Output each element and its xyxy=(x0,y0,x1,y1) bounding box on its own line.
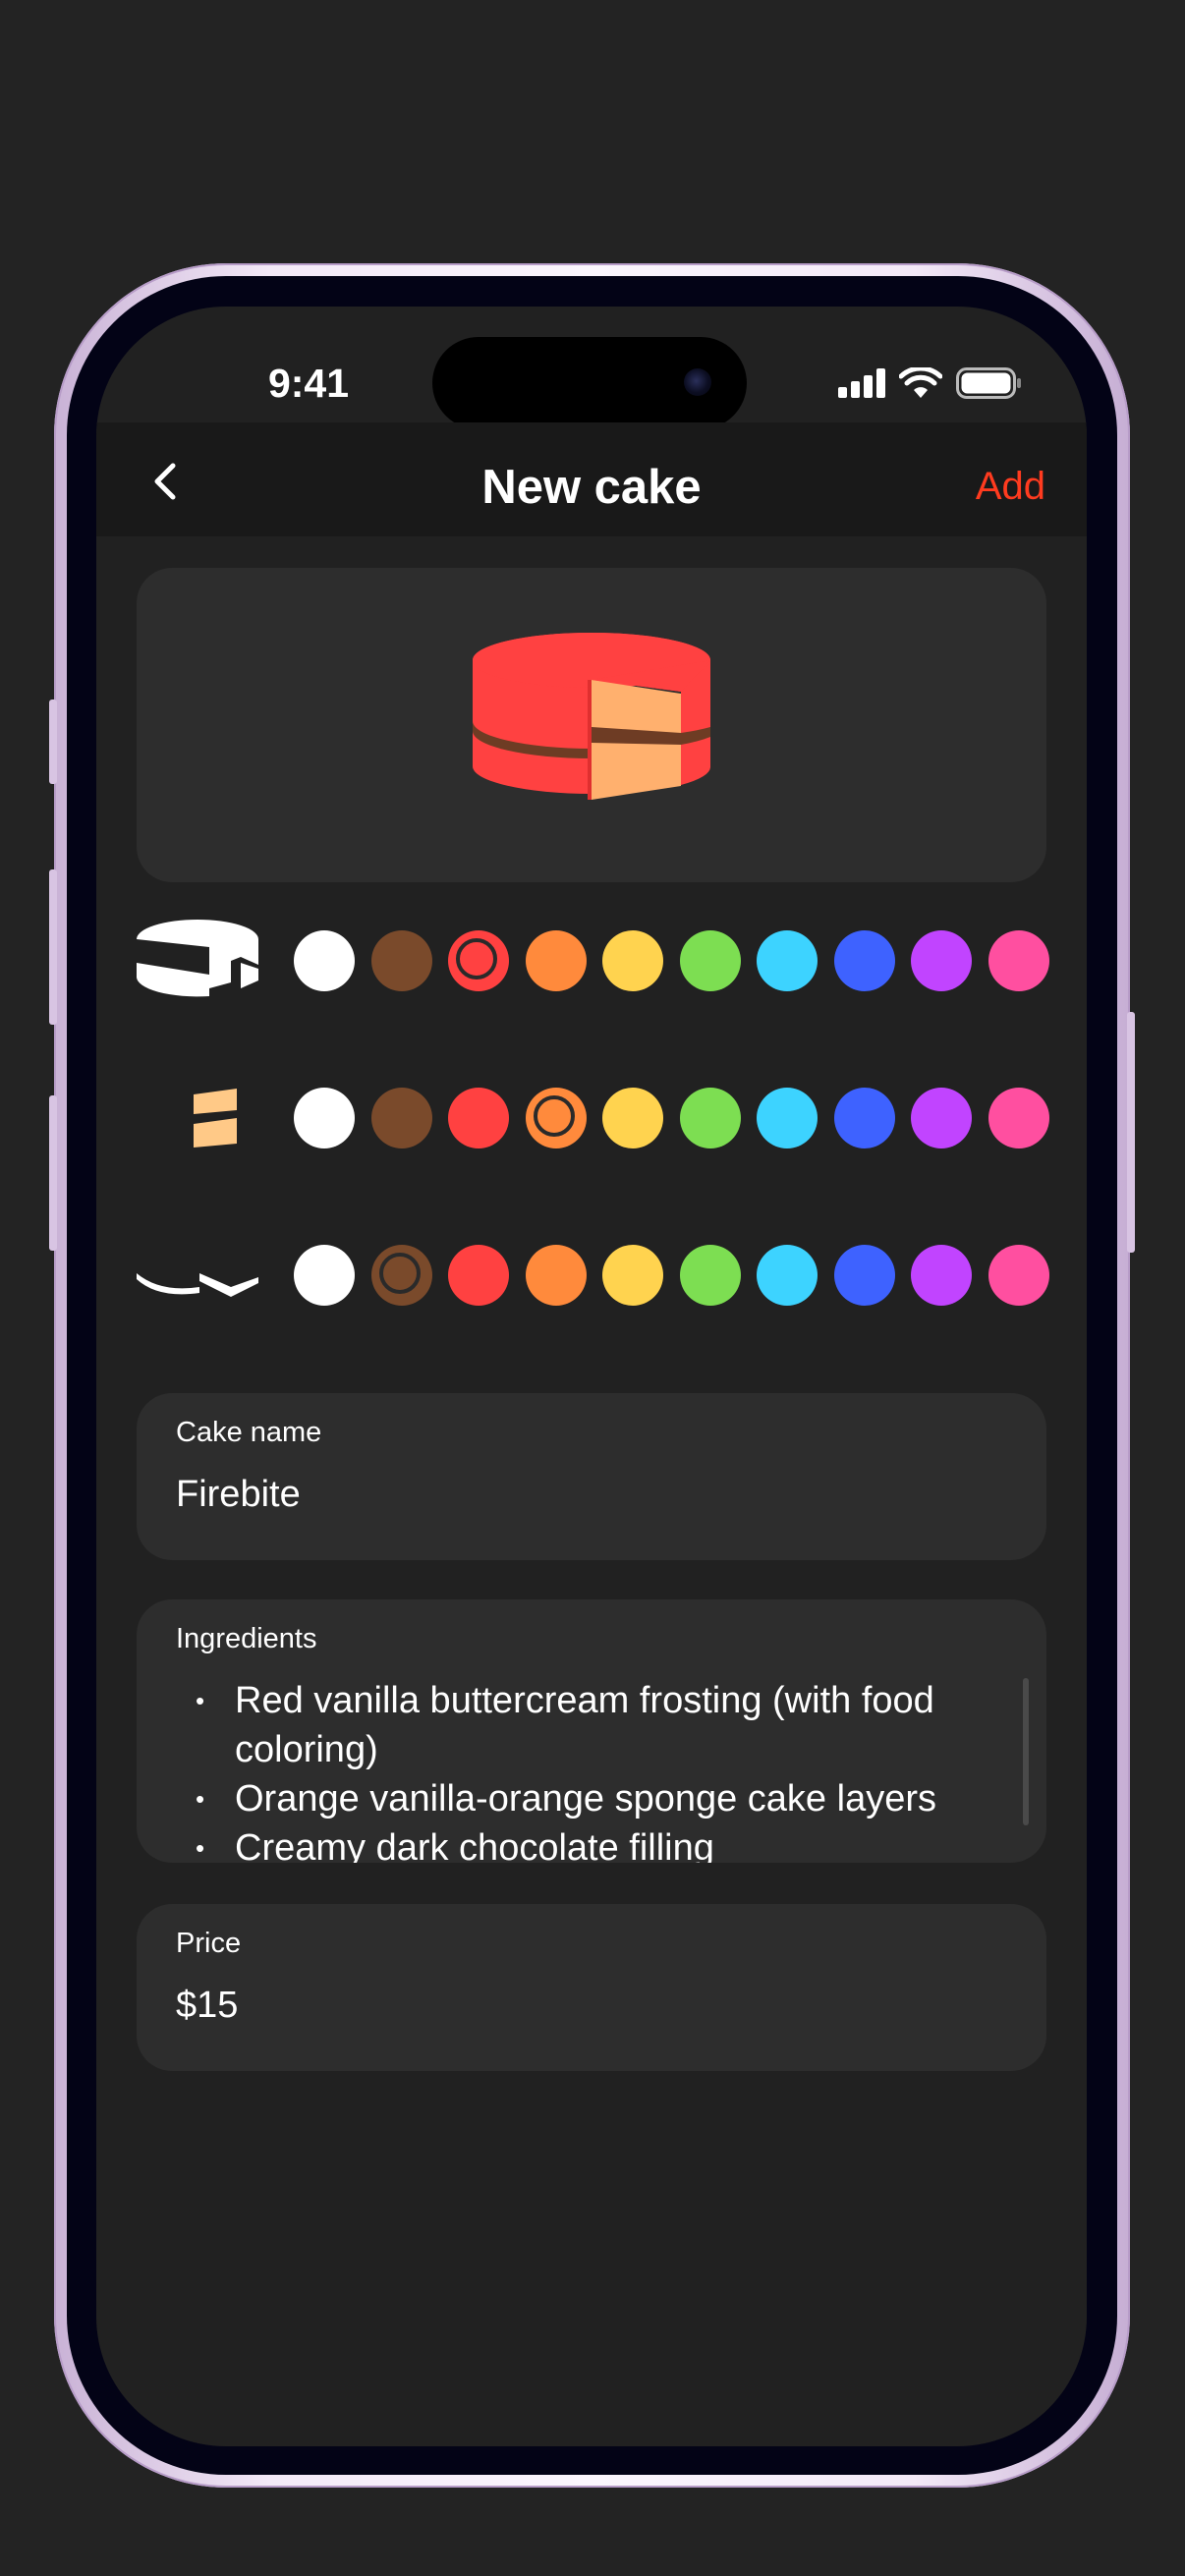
sponge-color-swatch-yellow[interactable] xyxy=(602,1088,663,1148)
ingredients-label: Ingredients xyxy=(176,1623,317,1654)
sponge-color-swatch-purple[interactable] xyxy=(911,1088,972,1148)
sponge-color-swatch-pink[interactable] xyxy=(988,1088,1049,1148)
volume-down-button xyxy=(49,1095,57,1251)
ingredients-list[interactable]: Red vanilla buttercream frosting (with f… xyxy=(196,1676,982,1863)
filling-color-swatch-red[interactable] xyxy=(448,1245,509,1306)
filling-color-swatch-blue[interactable] xyxy=(833,1245,895,1306)
filling-layer-icon xyxy=(137,1273,258,1297)
cake-name-input[interactable]: Firebite xyxy=(176,1474,301,1516)
filling-color-swatch-pink[interactable] xyxy=(988,1245,1049,1306)
battery-icon xyxy=(956,367,1021,399)
sponge-color-swatch-brown[interactable] xyxy=(370,1088,432,1148)
frosting-color-swatch-green[interactable] xyxy=(679,930,741,991)
ingredients-scrollbar[interactable] xyxy=(1023,1678,1029,1825)
price-label: Price xyxy=(176,1928,242,1959)
sponge-color-row xyxy=(137,1085,1049,1151)
screen: 9:41 New cake Add Cake name Firebite Ing… xyxy=(96,307,1087,2446)
frosting-color-swatch-cyan[interactable] xyxy=(757,930,818,991)
wifi-icon xyxy=(899,367,942,398)
price-field[interactable]: Price $15 xyxy=(137,1904,1046,2071)
sponge-color-swatch-orange[interactable] xyxy=(525,1088,587,1148)
action-button xyxy=(49,700,57,784)
page-title: New cake xyxy=(481,461,702,514)
frosting-layer-icon xyxy=(137,920,258,997)
ingredient-item: Red vanilla buttercream frosting (with f… xyxy=(196,1676,982,1774)
sponge-color-swatch-white[interactable] xyxy=(294,1088,355,1148)
filling-color-swatch-brown[interactable] xyxy=(370,1245,432,1306)
frosting-color-swatch-yellow[interactable] xyxy=(602,930,663,991)
navigation-bar: New cake Add xyxy=(96,422,1087,536)
filling-color-swatch-green[interactable] xyxy=(679,1245,741,1306)
frosting-color-swatch-pink[interactable] xyxy=(988,930,1049,991)
cake-illustration xyxy=(473,633,710,800)
frosting-color-swatch-orange[interactable] xyxy=(525,930,587,991)
frosting-color-swatch-red[interactable] xyxy=(448,930,509,991)
filling-color-swatch-white[interactable] xyxy=(294,1245,355,1306)
ingredient-item: Creamy dark chocolate filling xyxy=(196,1823,982,1863)
sponge-color-swatch-green[interactable] xyxy=(679,1088,741,1148)
cake-name-label: Cake name xyxy=(176,1417,322,1448)
status-icons xyxy=(838,367,1023,399)
status-time: 9:41 xyxy=(267,361,350,406)
cake-preview-card xyxy=(137,568,1046,882)
filling-color-row xyxy=(137,1242,1049,1309)
sponge-layer-icon xyxy=(194,1089,237,1148)
frosting-color-swatch-brown[interactable] xyxy=(370,930,432,991)
ingredients-field[interactable]: Ingredients Red vanilla buttercream fros… xyxy=(137,1599,1046,1863)
ingredient-item: Orange vanilla-orange sponge cake layers xyxy=(196,1774,982,1823)
sponge-color-swatch-red[interactable] xyxy=(448,1088,509,1148)
cellular-signal-icon xyxy=(838,368,885,398)
add-button[interactable]: Add xyxy=(976,465,1045,509)
sponge-color-swatch-cyan[interactable] xyxy=(757,1088,818,1148)
camera-icon xyxy=(684,368,711,396)
frosting-color-swatch-white[interactable] xyxy=(294,930,355,991)
filling-color-swatch-purple[interactable] xyxy=(911,1245,972,1306)
filling-color-swatch-orange[interactable] xyxy=(525,1245,587,1306)
frosting-color-row xyxy=(137,920,1049,997)
filling-color-swatch-yellow[interactable] xyxy=(602,1245,663,1306)
price-input[interactable]: $15 xyxy=(176,1985,238,2027)
power-button xyxy=(1127,1012,1135,1253)
volume-up-button xyxy=(49,869,57,1025)
frosting-color-swatch-purple[interactable] xyxy=(911,930,972,991)
sponge-color-swatch-blue[interactable] xyxy=(833,1088,895,1148)
frosting-color-swatch-blue[interactable] xyxy=(833,930,895,991)
cake-name-field[interactable]: Cake name Firebite xyxy=(137,1393,1046,1560)
filling-color-swatch-cyan[interactable] xyxy=(757,1245,818,1306)
dynamic-island xyxy=(432,337,747,429)
